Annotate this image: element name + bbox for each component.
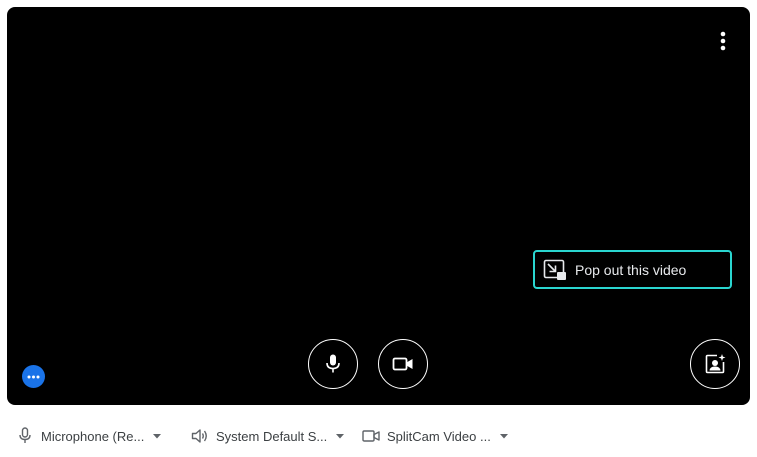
videocam-icon [361,426,381,446]
chevron-down-icon [152,431,162,441]
speaker-device-label: System Default S... [216,428,328,444]
speaker-device-select[interactable]: System Default S... [190,420,345,452]
visual-effects-icon [705,354,726,374]
microphone-icon [326,354,340,373]
more-options-button[interactable] [710,23,736,59]
meeting-preview-page: Pop out this video Microphone (Re... Sys… [0,0,757,457]
pop-out-label: Pop out this video [575,261,687,278]
video-preview: Pop out this video [7,7,750,405]
more-horiz-icon [27,375,40,378]
pop-out-video-button[interactable]: Pop out this video [533,250,732,289]
device-settings-bar: Microphone (Re... System Default S... Sp… [0,420,757,452]
microphone-device-select[interactable]: Microphone (Re... [15,420,162,452]
chevron-down-icon [499,431,509,441]
speaker-icon [190,426,210,446]
picture-in-picture-icon [542,258,568,282]
visual-effects-button[interactable] [690,339,740,389]
camera-device-select[interactable]: SplitCam Video ... [361,420,509,452]
microphone-device-label: Microphone (Re... [41,428,145,444]
more-status-button[interactable] [22,365,45,388]
microphone-toggle-button[interactable] [308,339,358,389]
camera-toggle-button[interactable] [378,339,428,389]
videocam-icon [392,357,413,371]
more-vert-icon [720,31,726,51]
camera-device-label: SplitCam Video ... [387,428,491,444]
chevron-down-icon [335,431,345,441]
microphone-icon [15,426,35,446]
